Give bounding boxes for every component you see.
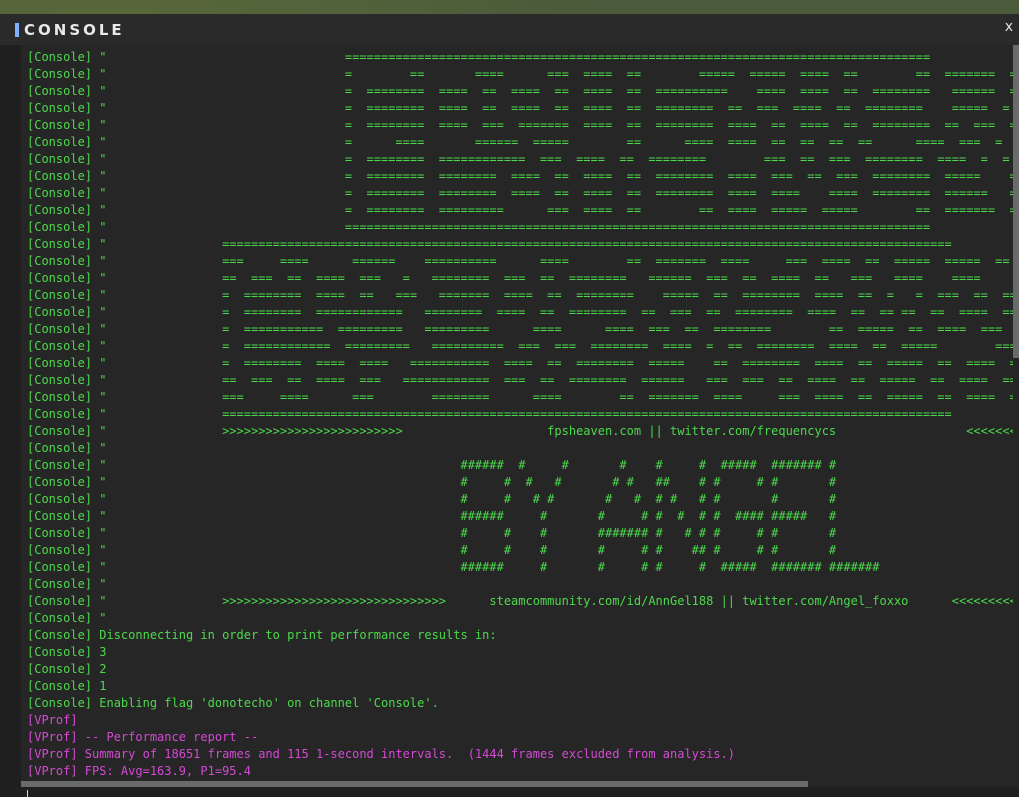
console-line: [Console] " # # # # # # # # # # # # <box>27 492 837 506</box>
console-line: [Console] " <box>27 611 107 625</box>
console-line: [Console] " = == ==== === ==== == ===== … <box>27 67 1017 81</box>
console-line: [Console] " = ============ ========= ===… <box>27 339 1017 353</box>
console-line: [Console] " ============================… <box>27 237 952 251</box>
console-line: [Console] " = ======== ==== == === =====… <box>27 288 1019 302</box>
vprof-line: [VProf] Summary of 18651 frames and 115 … <box>27 747 736 761</box>
console-output[interactable]: [Console] " ============================… <box>21 45 1019 781</box>
console-line: [Console] " ###### # # # # # ##### #####… <box>27 458 837 472</box>
console-window: CONSOLE x [Console] " ==================… <box>0 14 1019 797</box>
console-line: [Console] " = =========== ========= ====… <box>27 322 1003 336</box>
title-bar[interactable]: CONSOLE x <box>0 14 1019 45</box>
console-line: [Console] " = ======== ============ ====… <box>27 305 1019 319</box>
console-line: [Console] " = ======== ======== ==== == … <box>27 169 1017 183</box>
console-line: [Console] " <box>27 577 107 591</box>
console-line: [Console] " ============================… <box>27 50 931 64</box>
console-line: [Console] " = ======== ==== == ==== == =… <box>27 101 1010 115</box>
console-line: [Console] " ============================… <box>27 220 931 234</box>
console-line: [Console] Enabling flag 'donotecho' on c… <box>27 696 439 710</box>
console-line: [Console] 2 <box>27 662 107 676</box>
console-line: [Console] " === ==== === ======== ==== =… <box>27 390 1019 404</box>
console-lines: [Console] " ============================… <box>27 49 1019 780</box>
console-line: [Console] " = ======== ==== ==== =======… <box>27 356 1019 370</box>
vprof-line: [VProf] <box>27 713 78 727</box>
console-line: [Console] " >>>>>>>>>>>>>>>>>>>>>>>>> fp… <box>27 424 1019 438</box>
input-caret <box>27 790 28 797</box>
close-button[interactable]: x <box>1005 19 1013 35</box>
vprof-line: [VProf] FPS: Avg=163.9, P1=95.4 <box>27 764 251 778</box>
console-line: [Console] " = ======== ==== == ==== == =… <box>27 84 1017 98</box>
vertical-scrollbar-thumb[interactable] <box>1013 45 1019 358</box>
console-line: [Console] " >>>>>>>>>>>>>>>>>>>>>>>>>>>>… <box>27 594 1019 608</box>
console-line: [Console] " # # # # # # ## # # # # # <box>27 475 837 489</box>
console-logo-icon <box>15 23 19 37</box>
console-line: [Console] " ###### # # # # # ##### #####… <box>27 560 880 574</box>
console-line: [Console] " # # # # # # ## # # # # <box>27 543 837 557</box>
console-line: [Console] Disconnecting in order to prin… <box>27 628 497 642</box>
vertical-scrollbar[interactable] <box>1013 45 1019 781</box>
horizontal-scrollbar[interactable] <box>21 781 1019 787</box>
vprof-line: [VProf] -- Performance report -- <box>27 730 259 744</box>
console-line: [Console] " = ======== ======== ==== == … <box>27 186 1017 200</box>
console-line: [Console] " === ==== ====== ========== =… <box>27 254 1010 268</box>
console-input[interactable] <box>21 789 1019 797</box>
console-line: [Console] " ###### # # # # # # # #### ##… <box>27 509 837 523</box>
console-line: [Console] " = ==== ====== ===== == ==== … <box>27 135 1003 149</box>
console-line: [Console] " == === == ==== === = =======… <box>27 271 981 285</box>
console-line: [Console] " = ======== ========= === ===… <box>27 203 1017 217</box>
console-line: [Console] " = ======== ============ === … <box>27 152 1010 166</box>
console-line: [Console] 3 <box>27 645 107 659</box>
window-title: CONSOLE <box>24 21 125 39</box>
console-line: [Console] 1 <box>27 679 107 693</box>
console-line: [Console] " <box>27 441 107 455</box>
horizontal-scrollbar-thumb[interactable] <box>21 781 808 787</box>
console-line: [Console] " == === == ==== === =========… <box>27 373 1019 387</box>
console-line: [Console] " # # # ####### # # # # # # # <box>27 526 837 540</box>
console-line: [Console] " = ======== ==== === ======= … <box>27 118 1017 132</box>
console-line: [Console] " ============================… <box>27 407 952 421</box>
